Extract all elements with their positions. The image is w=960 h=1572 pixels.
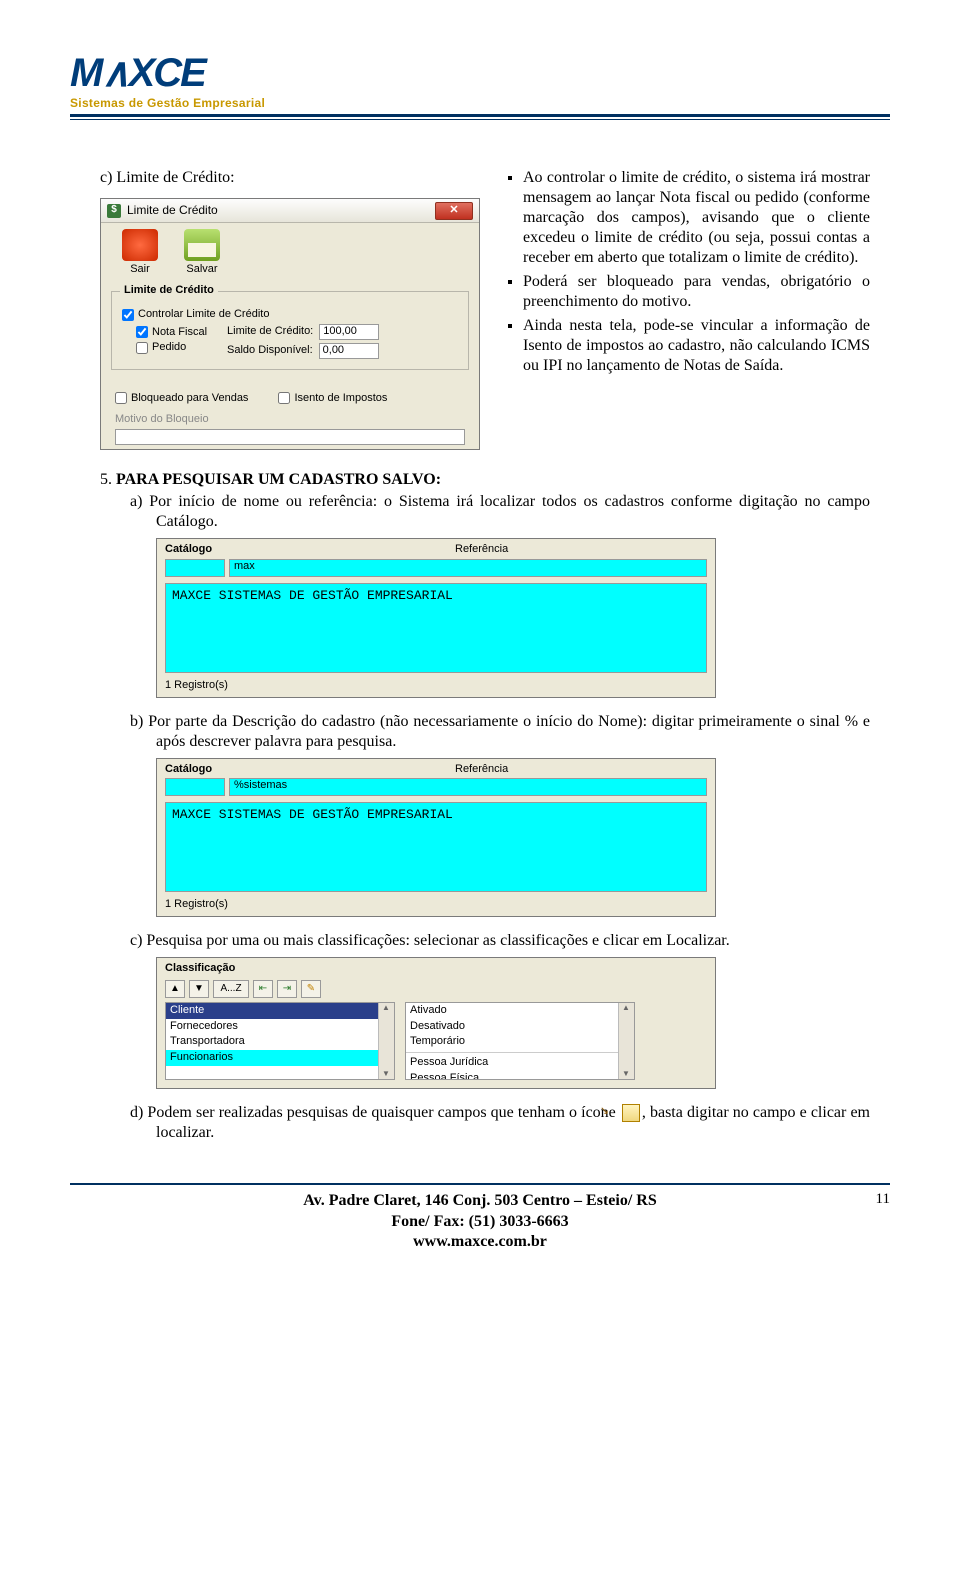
save-label: Salvar (173, 263, 231, 277)
list-item[interactable]: Ativado (406, 1003, 634, 1019)
sort-button[interactable]: A...Z (213, 980, 249, 998)
exit-icon (122, 229, 158, 261)
classification-panel: Classificação ▲ ▼ A...Z ⇤ ⇥ ✎ Cliente Fo… (156, 957, 716, 1089)
scrollbar[interactable] (618, 1003, 634, 1079)
catalog-label: Catálogo (165, 543, 225, 557)
page-header: M∧XCE Sistemas de Gestão Empresarial (70, 50, 890, 120)
sec5-num: 5. (100, 471, 112, 488)
input-limite[interactable]: 100,00 (319, 324, 379, 340)
catalog-panel-1: Catálogo Referência max MAXCE SISTEMAS DE… (156, 538, 716, 698)
input-motivo[interactable] (115, 429, 465, 445)
catalog-label: Catálogo (165, 763, 225, 777)
reference-label: Referência (455, 543, 508, 557)
save-icon (184, 229, 220, 261)
field-search-icon (622, 1104, 640, 1122)
down-icon[interactable]: ▼ (189, 980, 209, 998)
check-pedido[interactable]: Pedido (136, 341, 207, 355)
exit-label: Sair (111, 263, 169, 277)
list-item[interactable]: Pessoa Jurídica (406, 1055, 634, 1071)
label-limite: Limite de Crédito: (227, 325, 313, 339)
catalog-panel-2: Catálogo Referência %sistemas MAXCE SISTE… (156, 758, 716, 918)
credit-groupbox: Limite de Crédito Controlar Limite de Cr… (111, 291, 469, 370)
list-item[interactable]: Fornecedores (166, 1019, 394, 1035)
catalog-code-input[interactable] (165, 778, 225, 796)
bullet-3: Ainda nesta tela, pode-se vincular a inf… (523, 316, 870, 376)
reference-label: Referência (455, 763, 508, 777)
dialog-title: Limite de Crédito (127, 203, 435, 218)
list-item[interactable]: Temporário (406, 1034, 634, 1050)
save-button[interactable]: Salvar (173, 229, 231, 277)
list-item[interactable]: Cliente (166, 1003, 394, 1019)
up-icon[interactable]: ▲ (165, 980, 185, 998)
input-saldo[interactable]: 0,00 (319, 343, 379, 359)
check-control-limit[interactable]: Controlar Limite de Crédito (122, 308, 458, 322)
footer-url: www.maxce.com.br (110, 1232, 850, 1253)
classif-label: Classificação (165, 962, 707, 976)
indent-right-icon[interactable]: ⇥ (277, 980, 297, 998)
page-footer: Av. Padre Claret, 146 Conj. 503 Centro –… (70, 1183, 890, 1253)
footer-phone: Fone/ Fax: (51) 3033-6663 (110, 1212, 850, 1233)
page-number: 11 (850, 1191, 890, 1208)
sec5-item-b: b) Por parte da Descrição do cadastro (n… (156, 712, 870, 752)
close-button[interactable]: ✕ (435, 202, 473, 220)
list-item[interactable]: Desativado (406, 1019, 634, 1035)
label-saldo: Saldo Disponível: (227, 344, 313, 358)
classif-list-right[interactable]: Ativado Desativado Temporário Pessoa Jur… (405, 1002, 635, 1080)
sec5-item-c: c) Pesquisa por uma ou mais classificaçõ… (156, 931, 870, 951)
group-title: Limite de Crédito (120, 284, 218, 298)
label-motivo: Motivo do Bloqueio (115, 413, 465, 427)
check-bloqueado[interactable]: Bloqueado para Vendas (115, 392, 248, 406)
logo-text: M∧XCE (70, 51, 205, 95)
header-rule (70, 114, 890, 120)
indent-left-icon[interactable]: ⇤ (253, 980, 273, 998)
list-item[interactable]: Transportadora (166, 1034, 394, 1050)
catalog-count: 1 Registro(s) (157, 894, 715, 916)
sec5-heading: PARA PESQUISAR UM CADASTRO SALVO: (116, 471, 441, 488)
catalog-results[interactable]: MAXCE SISTEMAS DE GESTÃO EMPRESARIAL (165, 802, 707, 892)
dialog-titlebar: $ Limite de Crédito ✕ (101, 199, 479, 223)
section-5: 5. PARA PESQUISAR UM CADASTRO SALVO: a) … (100, 470, 870, 1143)
bullet-2: Poderá ser bloqueado para vendas, obriga… (523, 272, 870, 312)
catalog-search-input[interactable]: max (229, 559, 707, 577)
list-item[interactable]: Funcionarios (166, 1050, 394, 1066)
sec5-item-a: a) Por início de nome ou referência: o S… (156, 492, 870, 532)
section-c-heading: c) Limite de Crédito: (100, 168, 480, 188)
logo-subtitle: Sistemas de Gestão Empresarial (70, 96, 890, 110)
credit-limit-dialog: $ Limite de Crédito ✕ Sair Salvar (100, 198, 480, 450)
check-isento[interactable]: Isento de Impostos (278, 392, 387, 406)
dollar-icon: $ (107, 204, 121, 218)
check-nota-fiscal[interactable]: Nota Fiscal (136, 326, 207, 340)
edit-icon[interactable]: ✎ (301, 980, 321, 998)
footer-address: Av. Padre Claret, 146 Conj. 503 Centro –… (110, 1191, 850, 1212)
catalog-results[interactable]: MAXCE SISTEMAS DE GESTÃO EMPRESARIAL (165, 583, 707, 673)
bullet-list: Ao controlar o limite de crédito, o sist… (505, 168, 870, 376)
catalog-count: 1 Registro(s) (157, 675, 715, 697)
bullet-1: Ao controlar o limite de crédito, o sist… (523, 168, 870, 268)
list-item[interactable]: Pessoa Física (406, 1071, 634, 1080)
exit-button[interactable]: Sair (111, 229, 169, 277)
sec5-item-d: d) Podem ser realizadas pesquisas de qua… (156, 1103, 870, 1143)
classif-list-left[interactable]: Cliente Fornecedores Transportadora Func… (165, 1002, 395, 1080)
catalog-code-input[interactable] (165, 559, 225, 577)
scrollbar[interactable] (378, 1003, 394, 1079)
catalog-search-input[interactable]: %sistemas (229, 778, 707, 796)
